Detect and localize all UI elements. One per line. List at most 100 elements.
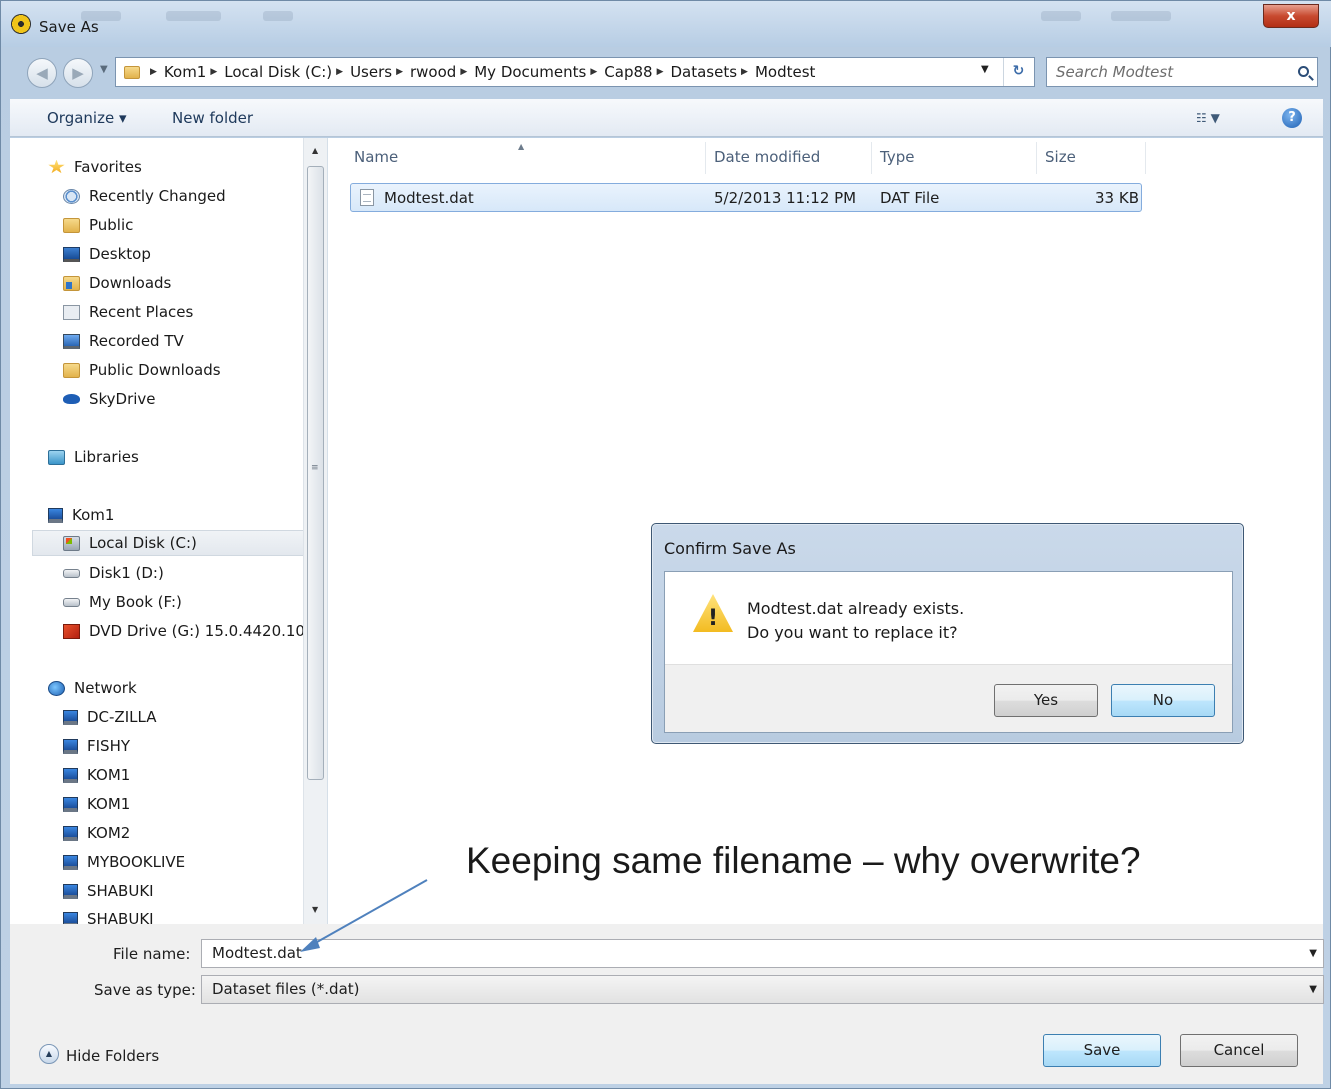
- no-button[interactable]: No: [1111, 684, 1215, 717]
- save-type-label: Save as type:: [94, 981, 196, 999]
- libraries-icon: [48, 449, 65, 465]
- file-name-label: File name:: [113, 945, 191, 963]
- nav-network-computer[interactable]: KOM1: [63, 762, 130, 788]
- nav-my-book-f[interactable]: My Book (F:): [63, 589, 182, 615]
- nav-scrollbar[interactable]: ▲ ≡ ▼: [303, 138, 327, 924]
- nav-network-computer[interactable]: MYBOOKLIVE: [63, 849, 185, 875]
- nav-network-computer[interactable]: DC-ZILLA: [63, 704, 156, 730]
- nav-network-computer[interactable]: SHABUKI: [63, 878, 154, 904]
- nav-desktop[interactable]: Desktop: [63, 241, 151, 267]
- breadcrumb-separator-icon[interactable]: ▶: [741, 67, 748, 77]
- nav-label: Disk1 (D:): [89, 564, 164, 582]
- nav-label: Kom1: [72, 506, 115, 524]
- file-size: 33 KB: [1095, 189, 1139, 207]
- new-folder-button[interactable]: New folder: [172, 109, 253, 127]
- breadcrumb-separator-icon[interactable]: ▶: [210, 67, 217, 77]
- nav-network-computer[interactable]: SHABUKI: [63, 906, 154, 924]
- computer-icon: [63, 767, 78, 783]
- column-header-date[interactable]: Date modified: [714, 148, 820, 166]
- nav-public-downloads[interactable]: Public Downloads: [63, 357, 221, 383]
- recent-locations-dropdown-icon[interactable]: ▼: [100, 64, 108, 75]
- breadcrumb-separator-icon[interactable]: ▶: [396, 67, 403, 77]
- help-icon[interactable]: ?: [1282, 108, 1302, 128]
- nav-libraries[interactable]: Libraries: [48, 444, 139, 470]
- scroll-up-icon[interactable]: ▲: [312, 146, 318, 155]
- breadcrumb-cap88[interactable]: Cap88: [604, 63, 652, 81]
- nav-dvd-drive-g[interactable]: DVD Drive (G:) 15.0.4420.1017: [63, 618, 324, 644]
- computer-icon: [63, 911, 78, 924]
- yes-button[interactable]: Yes: [994, 684, 1098, 717]
- close-button[interactable]: x: [1263, 4, 1319, 28]
- breadcrumb-separator-icon[interactable]: ▶: [657, 67, 664, 77]
- nav-label: SHABUKI: [87, 882, 154, 900]
- nav-network[interactable]: Network: [48, 675, 137, 701]
- save-button[interactable]: Save: [1043, 1034, 1161, 1067]
- dvd-drive-icon: [63, 623, 80, 639]
- nav-disk1-d[interactable]: Disk1 (D:): [63, 560, 164, 586]
- nav-public[interactable]: Public: [63, 212, 133, 238]
- nav-recent-places[interactable]: Recent Places: [63, 299, 193, 325]
- drive-icon: [63, 597, 80, 607]
- breadcrumb-local-disk[interactable]: Local Disk (C:): [224, 63, 332, 81]
- organize-button[interactable]: Organize ▾: [47, 109, 127, 127]
- nav-recently-changed[interactable]: Recently Changed: [63, 183, 226, 209]
- cancel-button[interactable]: Cancel: [1180, 1034, 1298, 1067]
- nav-label: My Book (F:): [89, 593, 182, 611]
- breadcrumb-datasets[interactable]: Datasets: [670, 63, 737, 81]
- breadcrumb-modtest[interactable]: Modtest: [755, 63, 815, 81]
- file-name-dropdown-icon[interactable]: ▼: [1309, 948, 1317, 959]
- column-header-name[interactable]: Name: [354, 148, 398, 166]
- command-toolbar: Organize ▾ New folder ☷ ▼ ?: [10, 99, 1323, 137]
- nav-computer[interactable]: Kom1: [48, 502, 114, 528]
- search-icon[interactable]: [1298, 66, 1309, 77]
- address-dropdown-icon[interactable]: ▼: [981, 64, 989, 75]
- hide-folders-button[interactable]: Hide Folders: [66, 1047, 159, 1065]
- nav-network-computer[interactable]: KOM1: [63, 791, 130, 817]
- breadcrumb-separator-icon[interactable]: ▶: [150, 67, 157, 77]
- cloud-icon: [63, 394, 80, 404]
- breadcrumb-separator-icon[interactable]: ▶: [460, 67, 467, 77]
- title-bar: Save As x: [1, 1, 1331, 47]
- search-input[interactable]: Search Modtest: [1046, 57, 1318, 87]
- file-name-input[interactable]: Modtest.dat ▼: [201, 939, 1324, 968]
- change-view-icon[interactable]: ☷ ▼: [1196, 111, 1220, 125]
- nav-network-computer[interactable]: FISHY: [63, 733, 130, 759]
- nav-label: Favorites: [74, 158, 142, 176]
- nav-network-computer[interactable]: KOM2: [63, 820, 130, 846]
- breadcrumb-my-documents[interactable]: My Documents: [474, 63, 586, 81]
- nav-label: DVD Drive (G:) 15.0.4420.1017: [89, 622, 325, 640]
- file-name: Modtest.dat: [384, 189, 474, 207]
- computer-icon: [63, 796, 78, 812]
- chevron-up-icon[interactable]: ▲: [39, 1044, 59, 1064]
- nav-local-disk-c[interactable]: Local Disk (C:): [32, 530, 304, 556]
- nav-downloads[interactable]: Downloads: [63, 270, 171, 296]
- save-type-select[interactable]: Dataset files (*.dat) ▼: [201, 975, 1324, 1004]
- nav-label: Libraries: [74, 448, 139, 466]
- scroll-down-icon[interactable]: ▼: [312, 905, 318, 914]
- save-options-panel: File name: Modtest.dat ▼ Save as type: D…: [10, 924, 1324, 1084]
- breadcrumb-separator-icon[interactable]: ▶: [336, 67, 343, 77]
- nav-skydrive[interactable]: SkyDrive: [63, 386, 156, 412]
- file-row[interactable]: Modtest.dat 5/2/2013 11:12 PM DAT File 3…: [350, 183, 1142, 212]
- search-placeholder: Search Modtest: [1056, 63, 1174, 81]
- address-bar[interactable]: ▶ Kom1 ▶ Local Disk (C:) ▶ Users ▶ rwood…: [115, 57, 1035, 87]
- breadcrumb-users[interactable]: Users: [350, 63, 392, 81]
- breadcrumb-separator-icon[interactable]: ▶: [590, 67, 597, 77]
- back-button[interactable]: ◀: [27, 58, 57, 88]
- refresh-icon[interactable]: ↻: [1003, 58, 1033, 86]
- scrollbar-thumb[interactable]: [307, 166, 324, 780]
- desktop-icon: [63, 246, 80, 262]
- scroll-grip-icon: ≡: [311, 463, 319, 473]
- forward-arrow-icon: ▶: [72, 64, 84, 82]
- breadcrumb-rwood[interactable]: rwood: [410, 63, 456, 81]
- save-type-dropdown-icon[interactable]: ▼: [1309, 984, 1317, 995]
- file-date: 5/2/2013 11:12 PM: [714, 189, 857, 207]
- breadcrumb-kom1[interactable]: Kom1: [164, 63, 206, 81]
- nav-favorites[interactable]: Favorites: [48, 154, 142, 180]
- nav-recorded-tv[interactable]: Recorded TV: [63, 328, 184, 354]
- warning-exclamation-icon: !: [707, 606, 719, 631]
- column-header-type[interactable]: Type: [880, 148, 914, 166]
- column-header-size[interactable]: Size: [1045, 148, 1076, 166]
- forward-button[interactable]: ▶: [63, 58, 93, 88]
- file-type: DAT File: [880, 189, 940, 207]
